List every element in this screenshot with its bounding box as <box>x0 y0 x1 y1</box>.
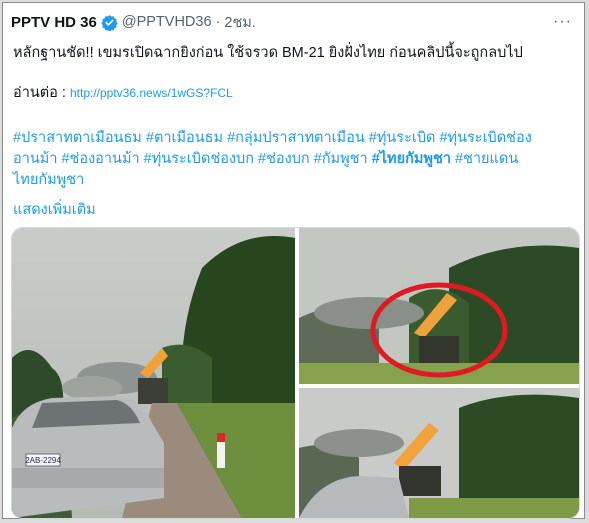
verified-badge-icon <box>101 14 118 31</box>
hashtags-line-2-end[interactable]: #ชายแดน <box>451 151 518 167</box>
read-more-link[interactable]: http://pptv36.news/1wGS?FCL <box>70 86 233 100</box>
author-handle[interactable]: @PPTVHD36 <box>122 14 212 30</box>
license-plate: 2AB-2294 <box>25 456 61 465</box>
hashtag-block: #ปราสาทตาเมือนธม #ตาเมือนธม #กลุ่มปราสาท… <box>13 128 578 191</box>
photo-car-on-road[interactable]: 2AB-2294 <box>12 228 295 518</box>
tweet-timestamp[interactable]: 2ชม. <box>224 11 256 34</box>
more-options-icon[interactable]: ··· <box>553 13 572 31</box>
hashtags-line-2: อานม้า #ช่องอานม้า #ทุ่นระเบิดช่องบก #ช่… <box>13 149 578 170</box>
tweet-header: PPTV HD 36 @PPTVHD36 · 2ชม. ··· <box>11 11 576 33</box>
show-more-link[interactable]: แสดงเพิ่มเติม <box>13 198 96 221</box>
hashtag-thai-cambodia[interactable]: #ไทยกัมพูชา <box>372 151 451 167</box>
read-more-label: อ่านต่อ : <box>13 85 66 101</box>
media-grid: 2AB-2294 <box>11 227 580 519</box>
photo-rocket-launch-highlighted[interactable] <box>299 228 579 384</box>
tweet-body: หลักฐานชัด!! เขมรเปิดฉากยิงก่อน ใช้จรวด … <box>13 43 573 103</box>
read-more-line: อ่านต่อ : http://pptv36.news/1wGS?FCL <box>13 83 573 103</box>
hashtags-line-2-start[interactable]: อานม้า #ช่องอานม้า #ทุ่นระเบิดช่องบก #ช่… <box>13 151 372 167</box>
tweet-headline: หลักฐานชัด!! เขมรเปิดฉากยิงก่อน ใช้จรวด … <box>13 45 523 61</box>
hashtags-line-1[interactable]: #ปราสาทตาเมือนธม #ตาเมือนธม #กลุ่มปราสาท… <box>13 128 578 149</box>
hashtags-line-3[interactable]: ไทยกัมพูชา <box>13 170 578 191</box>
tweet-card: PPTV HD 36 @PPTVHD36 · 2ชม. ··· หลักฐานช… <box>2 2 585 519</box>
time-separator: · <box>215 14 221 30</box>
author-name[interactable]: PPTV HD 36 <box>11 14 97 31</box>
photo-launcher-closeup[interactable] <box>299 388 579 518</box>
